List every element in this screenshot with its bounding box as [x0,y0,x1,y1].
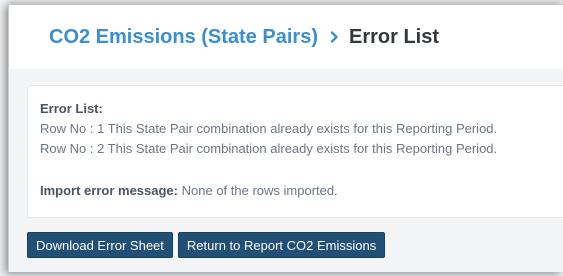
chevron-right-icon [330,31,339,43]
return-to-report-button[interactable]: Return to Report CO2 Emissions [177,232,386,258]
breadcrumb: CO2 Emissions (State Pairs) Error List [9,5,563,69]
main-content: Error List: Row No : 1 This State Pair c… [9,69,563,272]
app-window: CO2 Emissions (State Pairs) Error List E… [8,4,563,272]
import-error-line: Import error message: None of the rows i… [40,181,563,201]
error-list-heading: Error List: [40,101,103,116]
import-error-message: None of the rows imported. [181,183,338,198]
page-title: Error List [348,25,440,48]
download-error-sheet-button[interactable]: Download Error Sheet [27,232,173,258]
error-list-card: Error List: Row No : 1 This State Pair c… [27,85,563,218]
import-error-label: Import error message: [40,183,178,198]
action-buttons: Download Error Sheet Return to Report CO… [27,232,386,258]
breadcrumb-parent-link[interactable]: CO2 Emissions (State Pairs) [49,26,318,49]
error-row: Row No : 2 This State Pair combination a… [40,141,498,156]
error-row: Row No : 1 This State Pair combination a… [40,121,498,136]
